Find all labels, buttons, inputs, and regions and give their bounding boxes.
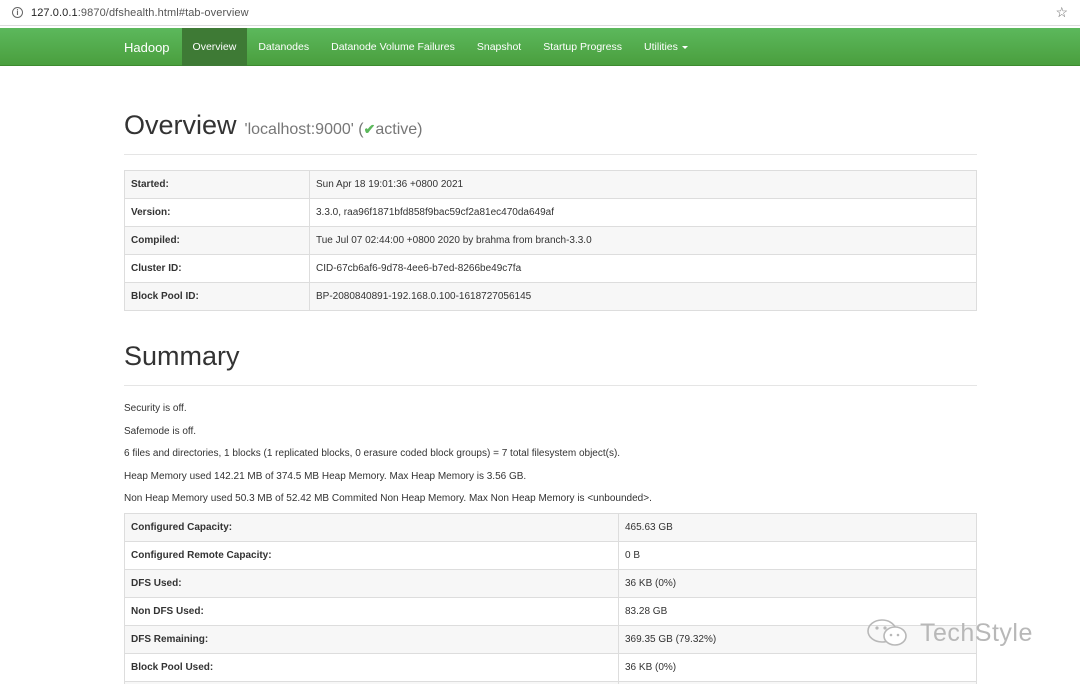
nav-datanode-volume-failures[interactable]: Datanode Volume Failures [320, 28, 466, 66]
row-value: Tue Jul 07 02:44:00 +0800 2020 by brahma… [309, 226, 977, 255]
browser-address-bar[interactable]: i 127.0.0.1:9870/dfshealth.html#tab-over… [0, 0, 1080, 26]
filesystem-objects: 6 files and directories, 1 blocks (1 rep… [124, 448, 621, 459]
row-value: 0 B [618, 540, 977, 570]
row-key: Block Pool Used: [124, 652, 619, 682]
nav-datanodes[interactable]: Datanodes [247, 28, 320, 66]
row-value: BP-2080840891-192.168.0.100-161872705614… [309, 282, 977, 311]
safemode-status: Safemode is off. [124, 425, 197, 437]
namenode-status: active [375, 121, 418, 138]
watermark: TechStyle [866, 618, 1033, 648]
nav-startup-progress[interactable]: Startup Progress [532, 28, 633, 66]
table-row: Configured Capacity: 465.63 GB [124, 512, 977, 542]
row-key: DFS Remaining: [124, 624, 619, 654]
row-value: Sun Apr 18 19:01:36 +0800 2021 [309, 170, 977, 199]
nav-overview[interactable]: Overview [181, 28, 248, 66]
table-row: Block Pool ID: BP-2080840891-192.168.0.10… [124, 282, 977, 311]
namenode-host: 'localhost:9000' (✔active) [244, 121, 423, 138]
table-row: Cluster ID: CID-67cb6af6-9d78-4ee6-b7ed-8… [124, 254, 977, 283]
row-value: 3.3.0, raa96f1871bfd858f9bac59cf2a81ec47… [309, 198, 977, 227]
table-row: Compiled: Tue Jul 07 02:44:00 +0800 2020 … [124, 226, 977, 255]
bookmark-star-icon[interactable]: ☆ [1055, 4, 1068, 21]
table-row: Non DFS Used: 83.28 GB [124, 596, 977, 626]
overview-header: Overview 'localhost:9000' (✔active) [124, 110, 977, 155]
url-text[interactable]: 127.0.0.1:9870/dfshealth.html#tab-overvi… [31, 7, 249, 19]
nav-utilities-label: Utilities [644, 41, 678, 53]
overview-table: Started: Sun Apr 18 19:01:36 +0800 2021 V… [124, 170, 977, 311]
wechat-logo-icon [867, 619, 907, 646]
brand-link[interactable]: Hadoop [112, 28, 182, 66]
table-row: Configured Remote Capacity: 0 B [124, 540, 977, 570]
main-content: Overview 'localhost:9000' (✔active) Star… [124, 66, 977, 684]
row-value: 36 KB (0%) [618, 568, 977, 598]
row-key: Configured Capacity: [124, 512, 619, 542]
page-title: Overview [124, 110, 237, 140]
row-value: 36 KB (0%) [618, 652, 977, 682]
table-row: Version: 3.3.0, raa96f1871bfd858f9bac59cf… [124, 198, 977, 227]
row-value: CID-67cb6af6-9d78-4ee6-b7ed-8266be49c7fa [309, 254, 977, 283]
check-icon: ✔ [363, 121, 376, 137]
summary-title: Summary [124, 341, 977, 386]
security-status: Security is off. [124, 403, 187, 414]
table-row: DFS Used: 36 KB (0%) [124, 568, 977, 598]
table-row: Block Pool Used: 36 KB (0%) [124, 652, 977, 682]
caret-down-icon [681, 45, 688, 49]
row-key: Block Pool ID: [124, 282, 310, 311]
row-key: DFS Used: [124, 568, 619, 598]
table-row: Started: Sun Apr 18 19:01:36 +0800 2021 [124, 170, 977, 199]
heap-memory: Heap Memory used 142.21 MB of 374.5 MB H… [124, 470, 527, 482]
nav-snapshot[interactable]: Snapshot [466, 28, 532, 66]
summary-table: Configured Capacity: 465.63 GB Configured… [124, 512, 977, 684]
row-key: Started: [124, 170, 310, 199]
watermark-text: TechStyle [920, 618, 1033, 647]
table-row: DFS Remaining: 369.35 GB (79.32%) [124, 624, 977, 654]
row-key: Configured Remote Capacity: [124, 540, 619, 570]
non-heap-memory: Non Heap Memory used 50.3 MB of 52.42 MB… [124, 493, 652, 504]
row-key: Version: [124, 198, 310, 227]
info-icon[interactable]: i [12, 7, 23, 18]
summary-lines: Security is off. Safemode is off. 6 file… [124, 400, 977, 513]
row-value: 465.63 GB [618, 512, 977, 542]
row-key: Compiled: [124, 226, 310, 255]
top-navbar: Hadoop Overview Datanodes Datanode Volum… [0, 28, 1080, 66]
row-key: Non DFS Used: [124, 596, 619, 626]
nav-utilities-dropdown[interactable]: Utilities [633, 28, 699, 66]
row-key: Cluster ID: [124, 254, 310, 283]
